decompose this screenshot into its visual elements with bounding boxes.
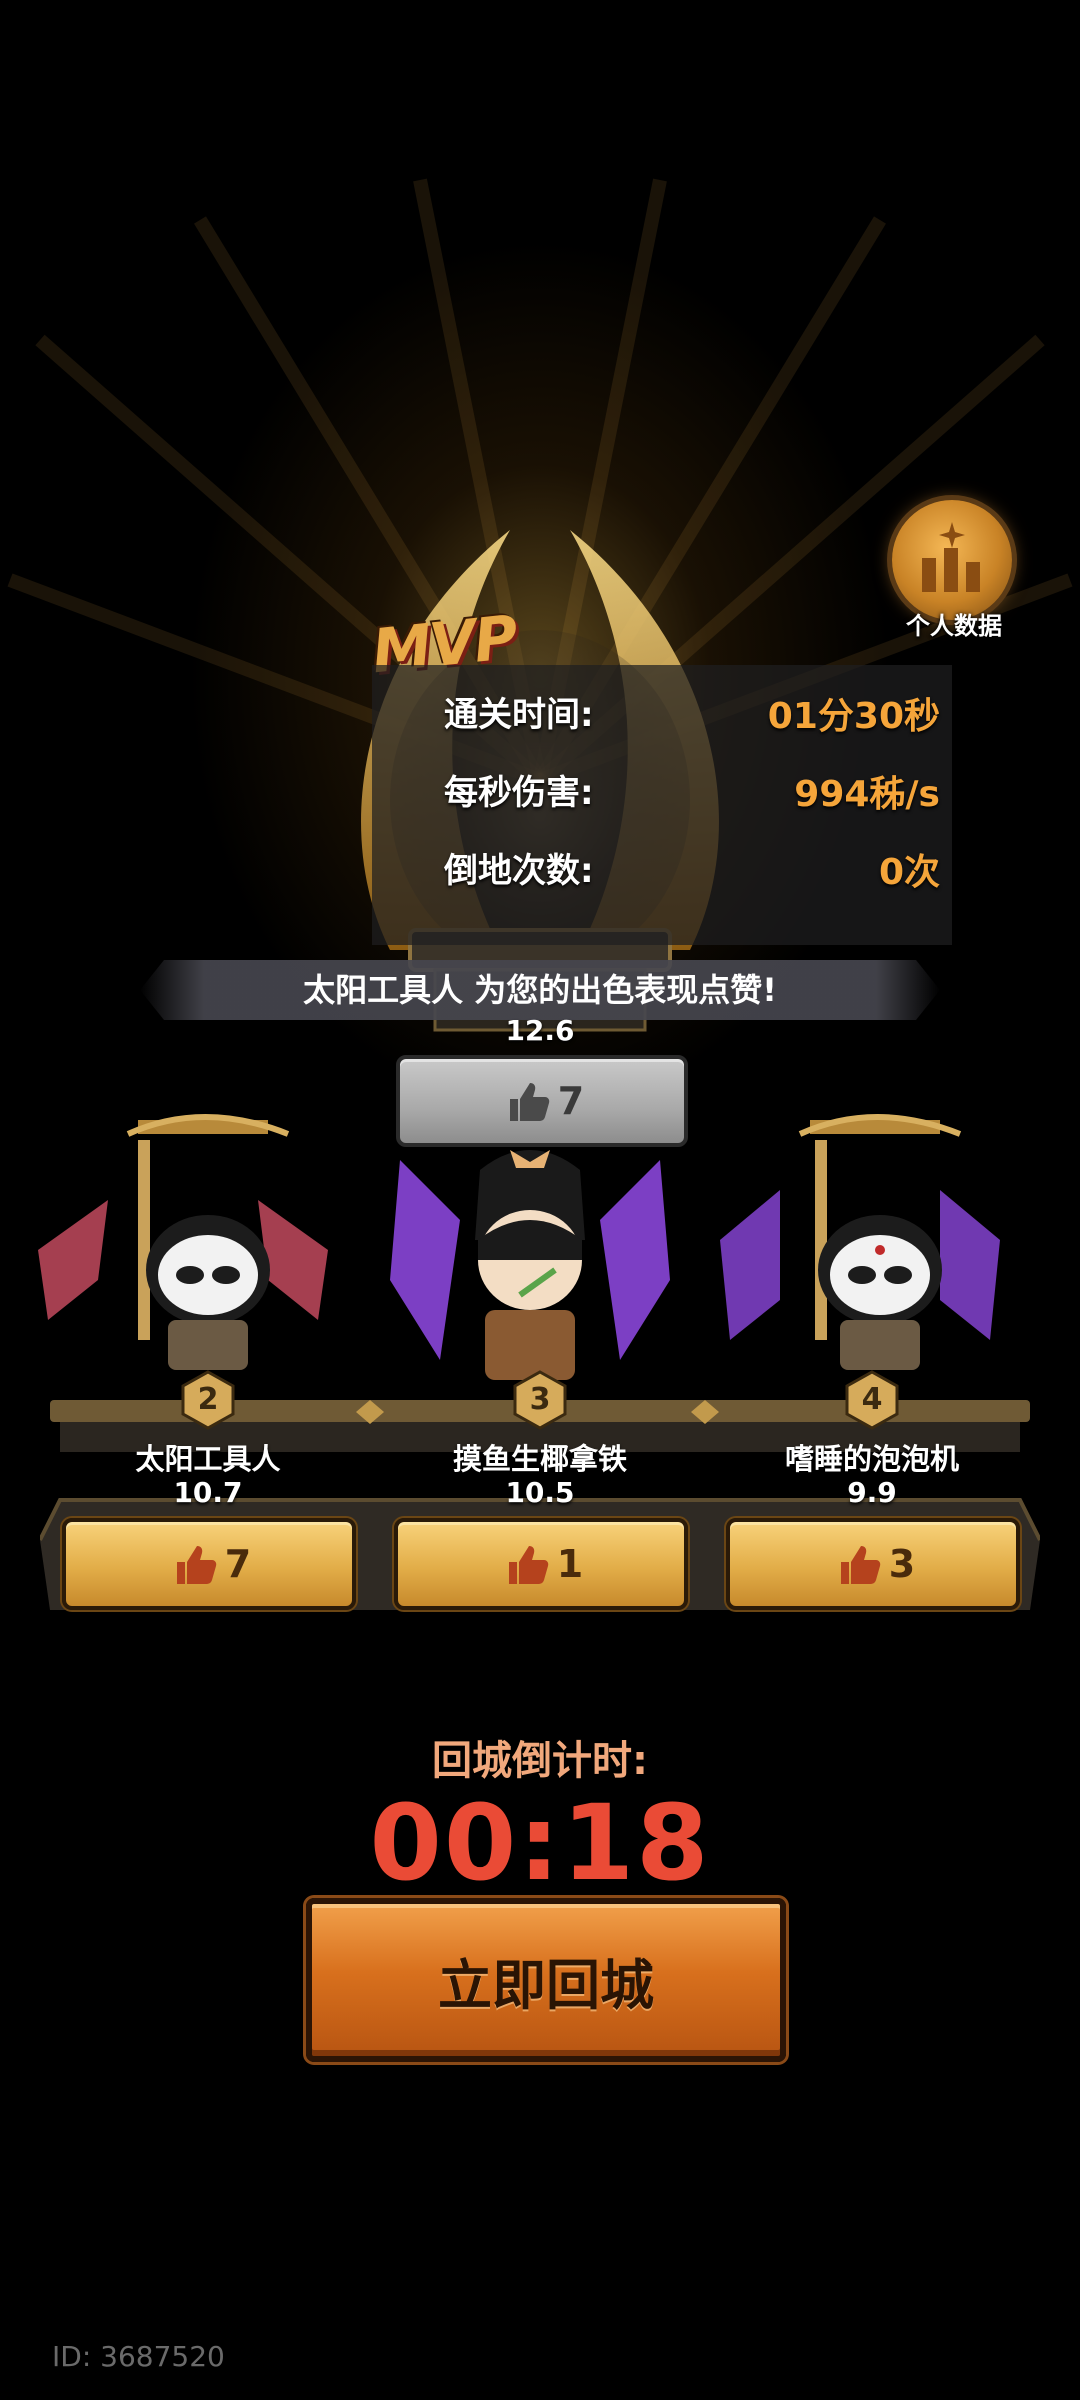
stat-label: 倒地次数: bbox=[444, 851, 594, 891]
player-score: 10.5 bbox=[505, 1476, 575, 1509]
player-4-character[interactable] bbox=[700, 1080, 1020, 1380]
thumbs-up-icon bbox=[508, 1546, 549, 1584]
return-to-town-button[interactable]: 立即回城 bbox=[306, 1898, 786, 2062]
stat-row-clear-time: 通关时间: 01分30秒 bbox=[372, 687, 952, 747]
like-count: 1 bbox=[556, 1542, 584, 1586]
mvp-score: 12.6 bbox=[505, 1014, 575, 1047]
rank-badge: 4 bbox=[844, 1370, 900, 1430]
personal-data-badge bbox=[892, 500, 1012, 620]
like-count: 3 bbox=[888, 1542, 916, 1586]
rank-number: 2 bbox=[197, 1382, 219, 1417]
stat-value: 01分30秒 bbox=[767, 696, 940, 737]
player-name: 嗜睡的泡泡机 bbox=[784, 1442, 959, 1476]
mvp-like-count: 7 bbox=[557, 1079, 585, 1123]
thumbs-up-icon bbox=[840, 1546, 881, 1584]
thumbs-up-icon bbox=[509, 1083, 550, 1121]
player-2-character[interactable] bbox=[28, 1080, 348, 1380]
player-name: 太阳工具人 bbox=[135, 1442, 281, 1476]
return-countdown-timer: 00:18 bbox=[369, 1782, 711, 1904]
player-score: 10.7 bbox=[173, 1476, 243, 1509]
player-id-text: ID: 3687520 bbox=[52, 2340, 225, 2373]
like-button-player-2[interactable]: 7 bbox=[62, 1518, 356, 1610]
rank-badge: 2 bbox=[180, 1370, 236, 1430]
stat-value: 994秭/s bbox=[794, 774, 940, 815]
stat-label: 通关时间: bbox=[444, 695, 594, 735]
thumbs-up-icon bbox=[176, 1546, 217, 1584]
player-3-character[interactable] bbox=[370, 1130, 690, 1400]
result-screen: 个人数据 MVP 通关时间: 01分30秒 每秒伤害: 994秭/s 倒地次数:… bbox=[0, 0, 1080, 2400]
stats-panel: 通关时间: 01分30秒 每秒伤害: 994秭/s 倒地次数: 0次 bbox=[372, 665, 952, 945]
personal-data-button[interactable]: 个人数据 bbox=[884, 500, 1024, 640]
rank-badge: 3 bbox=[512, 1370, 568, 1430]
like-count: 7 bbox=[224, 1542, 252, 1586]
return-to-town-label: 立即回城 bbox=[438, 1953, 654, 2017]
rank-number: 4 bbox=[861, 1382, 883, 1417]
bar-chart-icon bbox=[922, 522, 980, 592]
player-score: 9.9 bbox=[847, 1476, 897, 1509]
stat-row-dps: 每秒伤害: 994秭/s bbox=[372, 765, 952, 825]
rank-number: 3 bbox=[529, 1382, 551, 1417]
player-name: 摸鱼生椰拿铁 bbox=[452, 1442, 627, 1476]
praise-banner: 太阳工具人 为您的出色表现点赞! bbox=[140, 960, 940, 1020]
stat-value: 0次 bbox=[878, 852, 940, 893]
personal-data-label: 个人数据 bbox=[906, 612, 1002, 640]
stat-label: 每秒伤害: bbox=[444, 773, 594, 813]
stat-row-knockdowns: 倒地次数: 0次 bbox=[372, 843, 952, 903]
return-countdown-label: 回城倒计时: bbox=[432, 1738, 648, 1784]
like-button-player-4[interactable]: 3 bbox=[726, 1518, 1020, 1610]
like-button-player-3[interactable]: 1 bbox=[394, 1518, 688, 1610]
